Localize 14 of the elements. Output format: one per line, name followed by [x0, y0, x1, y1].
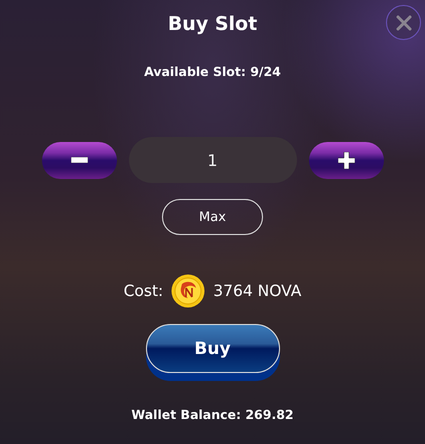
- wallet-balance: Wallet Balance: 269.82: [131, 407, 294, 422]
- available-slot-text: Available Slot: 9/24: [144, 64, 281, 79]
- close-icon: [396, 14, 412, 30]
- dialog-title: Buy Slot: [166, 13, 258, 35]
- plus-icon: [338, 152, 354, 168]
- minus-icon: [70, 157, 88, 163]
- quantity-field[interactable]: 1: [128, 137, 296, 183]
- decrease-button[interactable]: [42, 142, 116, 178]
- max-button[interactable]: Max: [162, 199, 263, 235]
- cost-amount: 3764 NOVA: [213, 282, 302, 300]
- cost-label: Cost:: [124, 282, 164, 300]
- close-button[interactable]: [386, 5, 421, 40]
- increase-button[interactable]: [308, 142, 384, 178]
- coin-icon: [171, 274, 206, 308]
